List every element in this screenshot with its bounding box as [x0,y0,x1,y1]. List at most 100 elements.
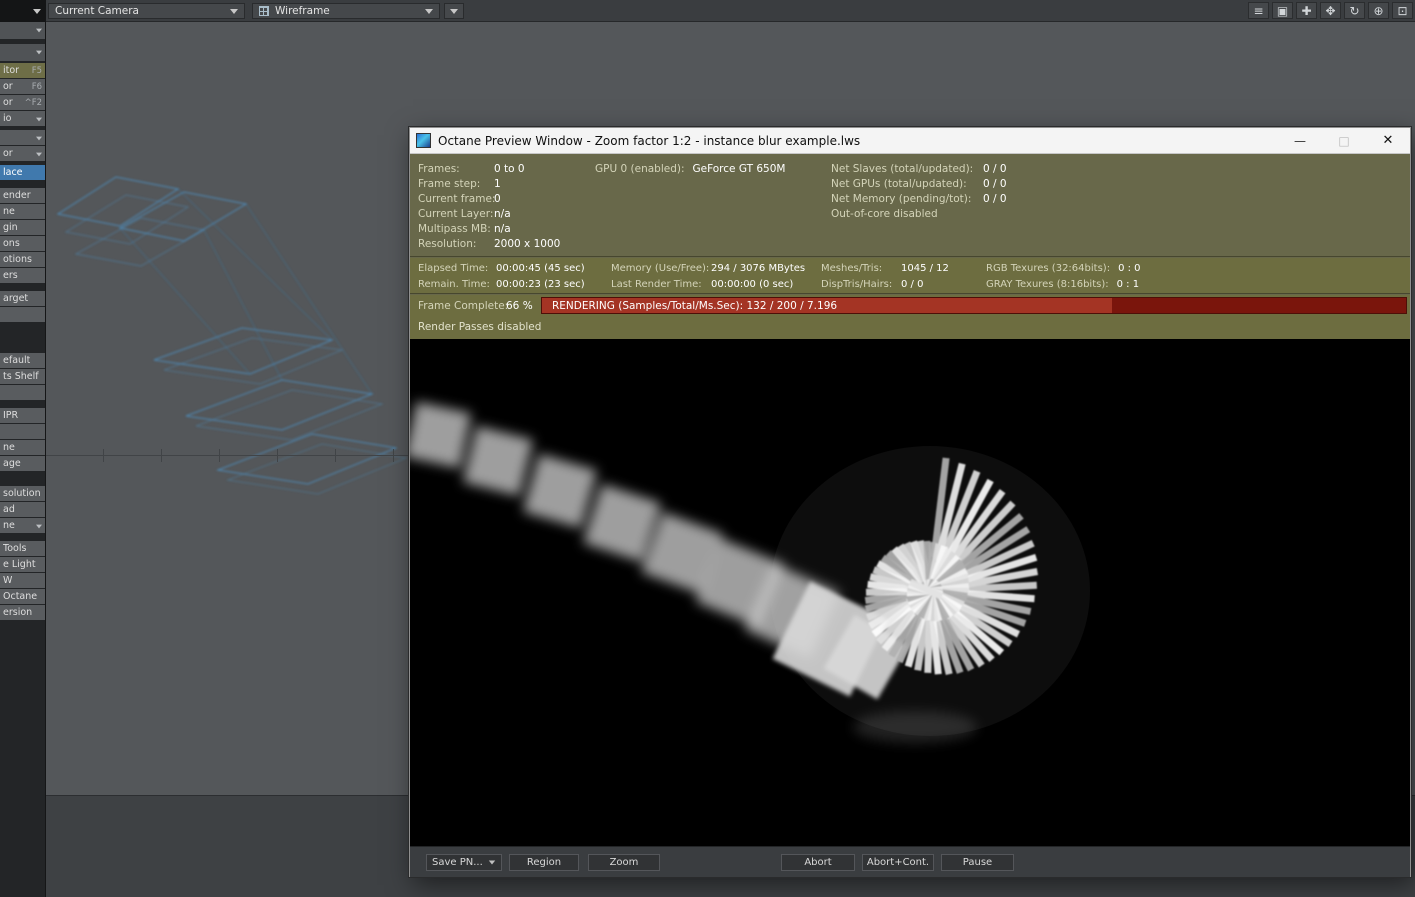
sidebar-item-solution[interactable]: solution [0,486,45,501]
sidebar-item-ne[interactable]: ne [0,440,45,455]
zoom-button[interactable]: Zoom [588,854,660,871]
chevron-down-icon [425,8,433,14]
sidebar-item-io[interactable]: io [0,111,45,126]
minimize-button[interactable]: — [1278,128,1322,153]
sidebar-item-itor[interactable]: itor F5 [0,63,45,78]
abort-continue-button-label: Abort+Cont. [866,857,930,868]
stat-label: Elapsed Time: [418,263,489,274]
sidebar-item-label: ne [3,520,15,531]
sidebar-item-label: Octane [3,591,38,602]
abort-continue-button[interactable]: Abort+Cont. [862,854,934,871]
frame-progress-row: Frame Complete: 66 % RENDERING (Samples/… [410,295,1410,317]
sidebar-item-otions[interactable]: otions [0,252,45,267]
sidebar-item[interactable] [0,22,45,39]
save-icon[interactable]: ▣ [1272,2,1293,19]
sidebar-item-or[interactable]: or [0,146,45,161]
region-button[interactable]: Region [509,854,579,871]
sidebar-item-shortcut: F6 [31,81,42,92]
shading-mode-dropdown[interactable]: Wireframe [252,3,440,19]
sidebar-item-w[interactable]: W [0,573,45,588]
octane-preview-window: Octane Preview Window - Zoom factor 1:2 … [408,126,1412,878]
zoom-button-label: Zoom [609,857,639,868]
sidebar-item-age[interactable]: age [0,456,45,471]
render-progress-bar: RENDERING (Samples/Total/Ms.Sec): 132 / … [541,297,1407,314]
camera-select-dropdown[interactable]: Current Camera [48,3,245,19]
stat-label: RGB Texures (32:64bits): [986,263,1111,274]
sidebar-item-shortcut: F5 [31,65,42,76]
lightwave-layout-app: Current Camera Wireframe ≡ ▣ ✚ ✥ ↻ ⊕ ⊡ i… [0,0,1415,897]
chevron-down-icon [36,152,42,157]
sidebar-item-label: age [3,458,21,469]
maximize-button[interactable]: □ [1322,128,1366,153]
sidebar-item-efault[interactable]: efault [0,353,45,368]
sidebar-item-e-light[interactable]: e Light [0,557,45,572]
zoom-in-icon[interactable]: ⊕ [1368,2,1389,19]
window-titlebar[interactable]: Octane Preview Window - Zoom factor 1:2 … [410,128,1410,154]
abort-button[interactable]: Abort [781,854,855,871]
sidebar-item[interactable] [0,385,45,400]
chevron-down-icon [36,117,42,122]
stat-value: 294 / 3076 MBytes [711,263,806,274]
sidebar-item-gin[interactable]: gin [0,220,45,235]
sidebar-item-ne[interactable]: ne [0,204,45,219]
chevron-down-icon [488,860,496,865]
info-value: 0 to 0 [494,162,525,175]
viewport-options-dropdown[interactable] [444,3,464,19]
net-info-label: Out-of-core disabled [831,207,938,220]
net-info-label: Net GPUs (total/updated): [831,177,967,190]
net-info-label: Net Memory (pending/tot): [831,192,972,205]
sidebar-item-tools[interactable]: Tools [0,541,45,556]
sidebar-item[interactable] [0,130,45,145]
sidebar-item-ersion[interactable]: ersion [0,605,45,620]
sidebar-item[interactable] [0,307,45,322]
sidebar-item-ts-shelf[interactable]: ts Shelf [0,369,45,384]
stat-label: GRAY Texures (8:16bits): [986,279,1109,290]
sidebar-item-ipr[interactable]: IPR [0,408,45,423]
chevron-down-icon [33,8,41,14]
chevron-down-icon [36,136,42,141]
gpu-label: GPU 0 (enabled): [595,162,685,175]
save-image-button[interactable]: Save PN... [426,854,502,871]
sidebar-item-ender[interactable]: ender [0,188,45,203]
close-button[interactable]: ✕ [1366,128,1410,153]
chevron-down-icon [36,524,42,529]
menu-icon[interactable]: ≡ [1248,2,1269,19]
left-toolbar: itor F5 or F6 or ^F2 io or lace ender ne gin ons otio… [0,22,46,897]
sidebar-item-ne[interactable]: ne [0,518,45,533]
net-info-value: 0 / 0 [983,177,1007,190]
sidebar-item-label: IPR [3,410,19,421]
sidebar-item[interactable] [0,424,45,439]
render-passes-status: Render Passes disabled [418,321,542,333]
sidebar-item-ad[interactable]: ad [0,502,45,517]
stat-value: 1045 / 12 [901,263,949,274]
sidebar-item-label: ts Shelf [3,371,39,382]
pause-button[interactable]: Pause [941,854,1014,871]
stat-cell: RGB Texures (32:64bits): 0 : 0 [986,262,1141,275]
sidebar-item-or[interactable]: or F6 [0,79,45,94]
stat-value: 00:00:45 (45 sec) [496,263,585,274]
sidebar-item-or[interactable]: or ^F2 [0,95,45,110]
sidebar-item-octane[interactable]: Octane [0,589,45,604]
rotate-icon[interactable]: ↻ [1344,2,1365,19]
sidebar-item[interactable] [0,44,45,61]
info-value: 0 [494,192,501,205]
info-label: Frames: [418,162,460,175]
sidebar-item-label: gin [3,222,18,233]
frame-complete-label: Frame Complete: [418,300,509,312]
pan-icon[interactable]: ✚ [1296,2,1317,19]
frame-info-column: Frames: 0 to 0 Frame step: 1 Current frame: 0… [418,161,560,251]
viewport-corner-dropdown[interactable] [0,0,46,22]
sidebar-item-arget[interactable]: arget [0,291,45,306]
gpu-info-column: GPU 0 (enabled): GeForce GT 650M [595,161,785,176]
sidebar-item-lace[interactable]: lace [0,165,45,180]
sidebar-item-label: lace [3,167,23,178]
sidebar-item-ers[interactable]: ers [0,268,45,283]
pause-button-label: Pause [962,857,993,868]
render-progress-text: RENDERING (Samples/Total/Ms.Sec): 132 / … [552,300,838,312]
wireframe-mode-icon [259,6,269,16]
stat-value: 0 : 0 [1118,263,1141,274]
sidebar-item-label: or [3,81,13,92]
sidebar-item-ons[interactable]: ons [0,236,45,251]
move-icon[interactable]: ✥ [1320,2,1341,19]
fit-view-icon[interactable]: ⊡ [1392,2,1413,19]
